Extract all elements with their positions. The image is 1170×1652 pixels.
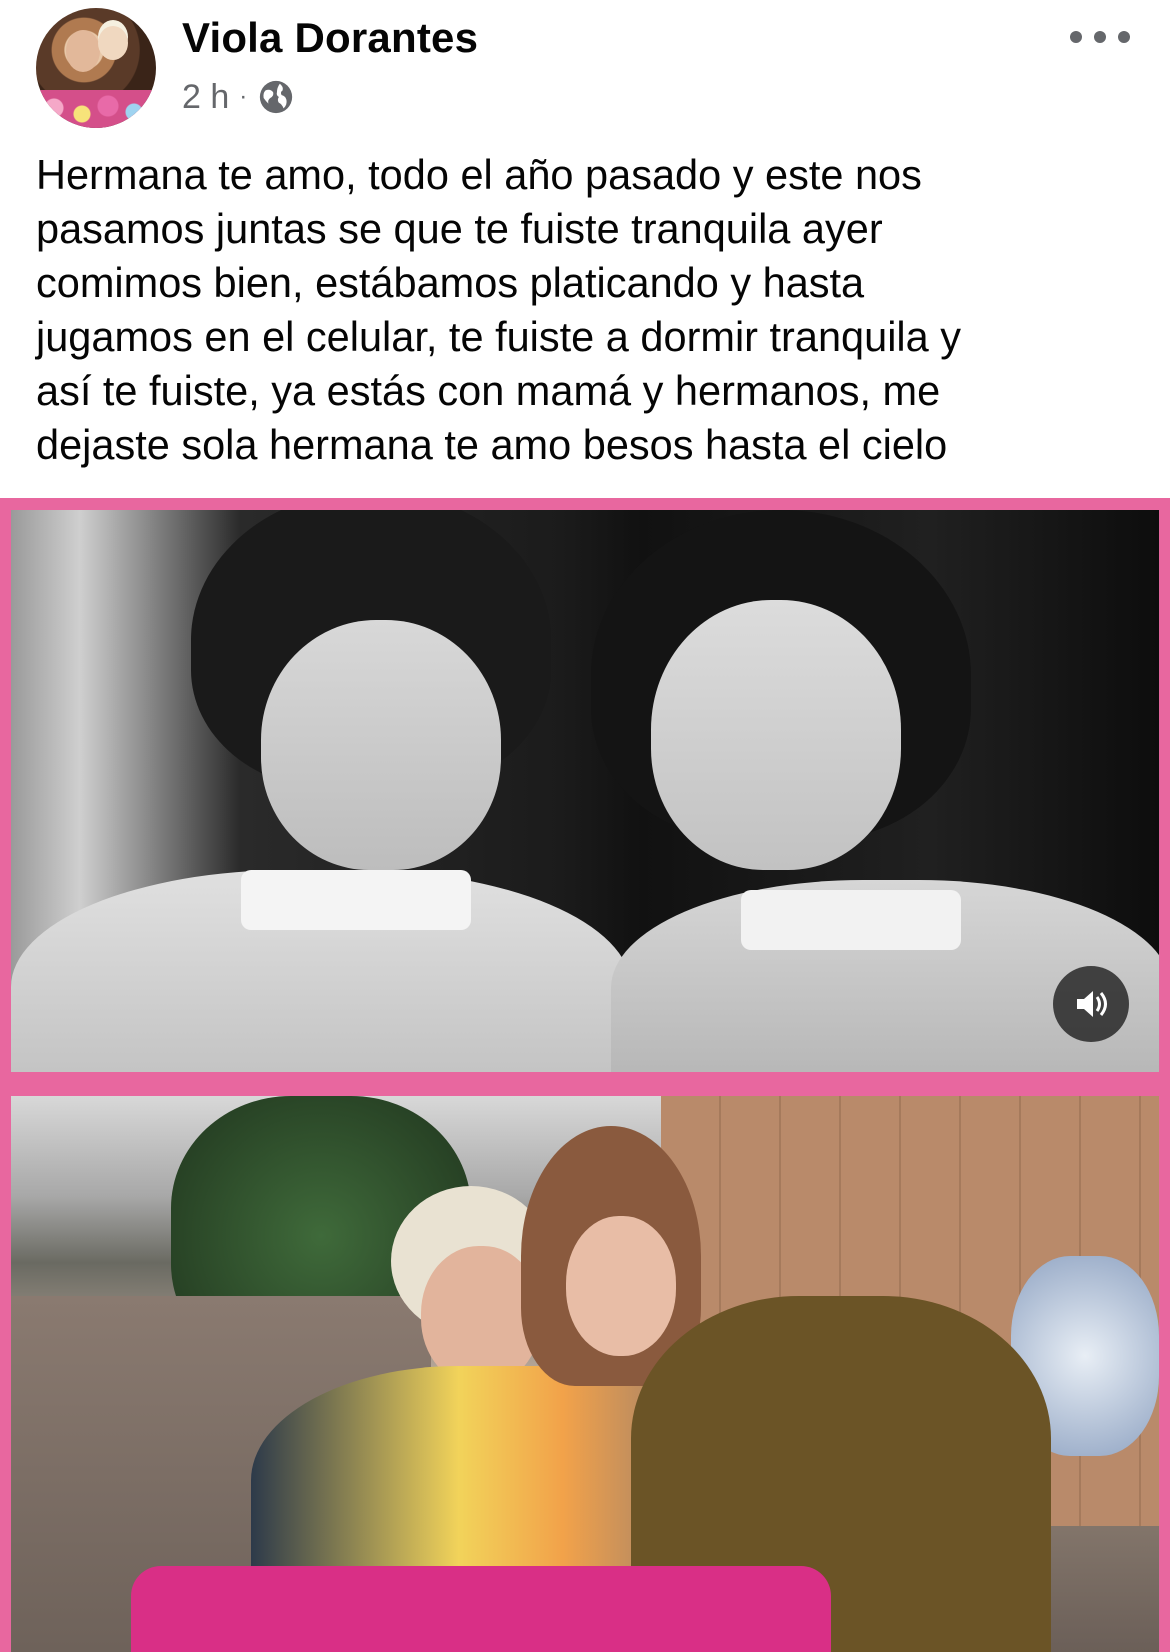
author-avatar[interactable] <box>36 8 156 128</box>
portrait-collar <box>741 890 961 950</box>
avatar-face <box>98 26 128 60</box>
post-media <box>0 498 1170 1652</box>
post-text: Hermana te amo, todo el año pasado y est… <box>36 151 961 468</box>
portrait-collar <box>241 870 471 930</box>
volume-button[interactable] <box>1053 966 1129 1042</box>
more-horizontal-icon <box>1094 31 1106 43</box>
woman-face <box>566 1216 676 1356</box>
avatar-flower-frame <box>36 90 156 128</box>
volume-icon <box>1077 991 1107 1017</box>
photo-color-embrace[interactable] <box>11 1096 1159 1652</box>
avatar-face <box>66 30 100 72</box>
post-meta: 2 h · <box>182 75 295 119</box>
more-horizontal-icon <box>1118 31 1130 43</box>
author-name[interactable]: Viola Dorantes <box>182 14 478 62</box>
pink-table <box>131 1566 831 1652</box>
globe-icon[interactable] <box>257 78 295 116</box>
post-timestamp[interactable]: 2 h <box>182 78 229 117</box>
meta-separator: · <box>239 83 248 110</box>
video-bw-portrait[interactable] <box>11 510 1159 1072</box>
portrait-face <box>261 620 501 870</box>
post-header: Viola Dorantes 2 h · <box>0 0 1170 135</box>
more-options-button[interactable] <box>1070 22 1130 52</box>
portrait-face <box>651 600 901 870</box>
more-horizontal-icon <box>1070 31 1082 43</box>
